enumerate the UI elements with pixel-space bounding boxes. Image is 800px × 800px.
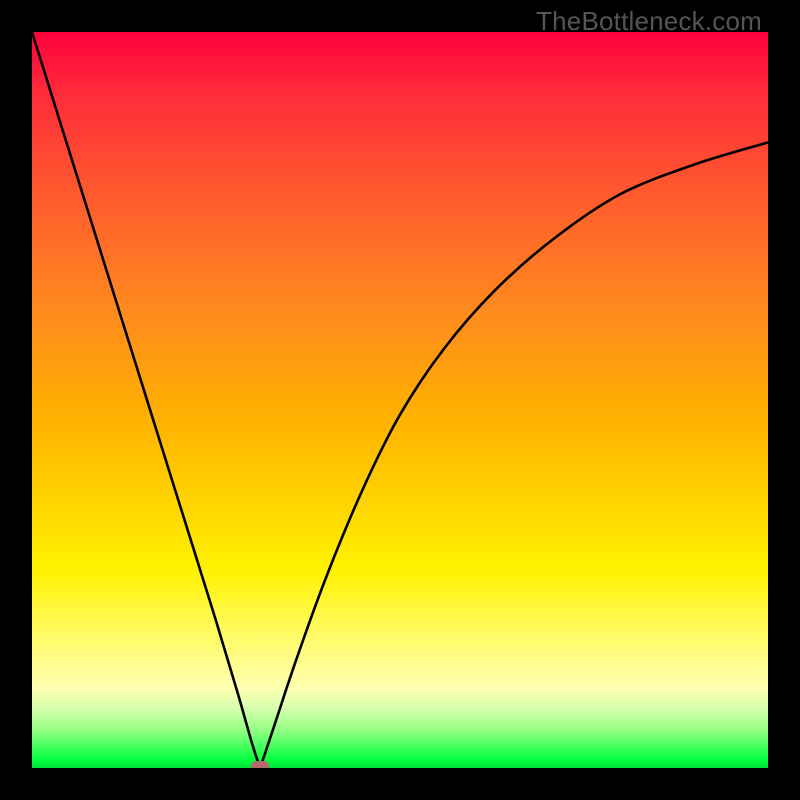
watermark-text: TheBottleneck.com (536, 6, 762, 37)
outer-frame (0, 0, 800, 800)
